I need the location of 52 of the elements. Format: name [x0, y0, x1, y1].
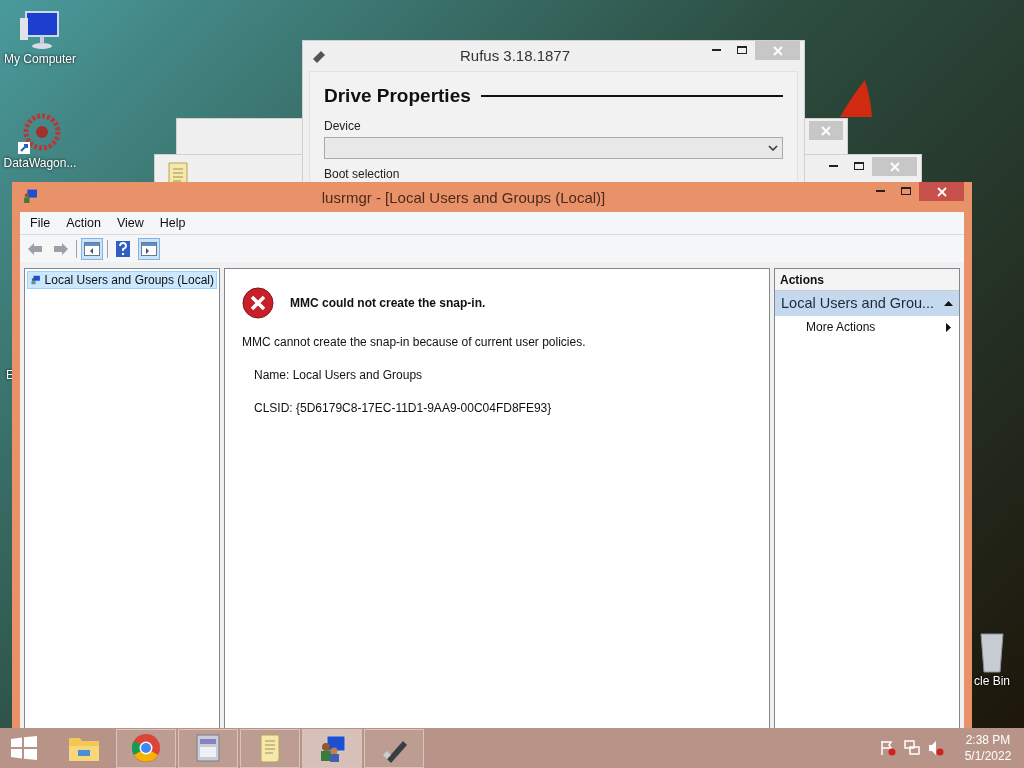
section-heading: Drive Properties — [324, 84, 471, 108]
recycle-bin-icon[interactable] — [977, 630, 1007, 674]
users-computer-icon — [30, 273, 41, 287]
tree-item[interactable]: Local Users and Groups (Local) — [27, 271, 217, 289]
desktop-icon-label[interactable]: DataWagon... — [3, 156, 77, 170]
panel-icon — [141, 241, 157, 256]
back-arrow-icon — [27, 241, 43, 256]
desktop-icon-label[interactable]: My Computer — [4, 52, 76, 66]
close-icon — [936, 186, 947, 197]
window-title: Rufus 3.18.1877 — [458, 45, 572, 66]
computer-icon[interactable] — [18, 8, 62, 52]
actions-heading: Actions — [775, 269, 959, 291]
chevron-down-icon — [768, 144, 778, 151]
users-computer-icon — [22, 188, 38, 204]
windows-logo-icon[interactable] — [11, 736, 37, 760]
toolbar-button[interactable] — [81, 237, 103, 260]
taskbar-button[interactable] — [302, 728, 362, 768]
snap-in-name: Name: Local Users and Groups — [253, 367, 424, 384]
actions-group-header[interactable]: Local Users and Grou... — [775, 291, 959, 316]
close-icon — [889, 161, 900, 172]
desktop-icon-label[interactable]: cle Bin — [974, 674, 1010, 688]
action-item[interactable]: More Actions — [775, 316, 959, 338]
caret-right-icon — [946, 322, 951, 332]
field-label: Device — [324, 117, 362, 135]
flame-drawing — [840, 80, 872, 117]
help-icon — [116, 240, 130, 257]
error-icon — [242, 287, 274, 319]
network-icon[interactable] — [904, 740, 920, 756]
scroll-icon — [257, 733, 283, 763]
panel-icon — [84, 241, 100, 256]
error-heading: MMC could not create the snap-in. — [290, 295, 486, 312]
window-title: lusrmgr - [Local Users and Groups (Local)] — [320, 188, 607, 208]
snap-in-clsid: CLSID: {5D6179C8-17EC-11D1-9AA9-00C04FD8FE93} — [253, 400, 553, 417]
close-icon — [772, 45, 783, 56]
taskbar-button[interactable] — [364, 728, 424, 768]
taskbar-button[interactable] — [178, 728, 238, 768]
menu-item[interactable]: View — [110, 213, 150, 233]
close-icon — [821, 125, 831, 136]
field-label: Boot selection — [324, 165, 401, 183]
menu-item[interactable]: File — [24, 213, 57, 233]
flag-icon[interactable] — [880, 740, 896, 756]
chrome-icon — [131, 733, 161, 763]
menu-item[interactable]: Help — [153, 213, 192, 233]
menu-item[interactable]: Action — [60, 213, 107, 233]
usb-drive-icon — [311, 49, 327, 63]
error-message: MMC cannot create the snap-in because of current user policies. — [242, 334, 587, 351]
desktop-icon-label[interactable]: E — [6, 368, 14, 382]
forward-arrow-icon — [53, 241, 69, 256]
close-button[interactable] — [919, 182, 964, 201]
speaker-muted-icon[interactable] — [928, 740, 944, 756]
archive-icon — [194, 733, 222, 763]
toolbar-button[interactable] — [138, 237, 160, 260]
